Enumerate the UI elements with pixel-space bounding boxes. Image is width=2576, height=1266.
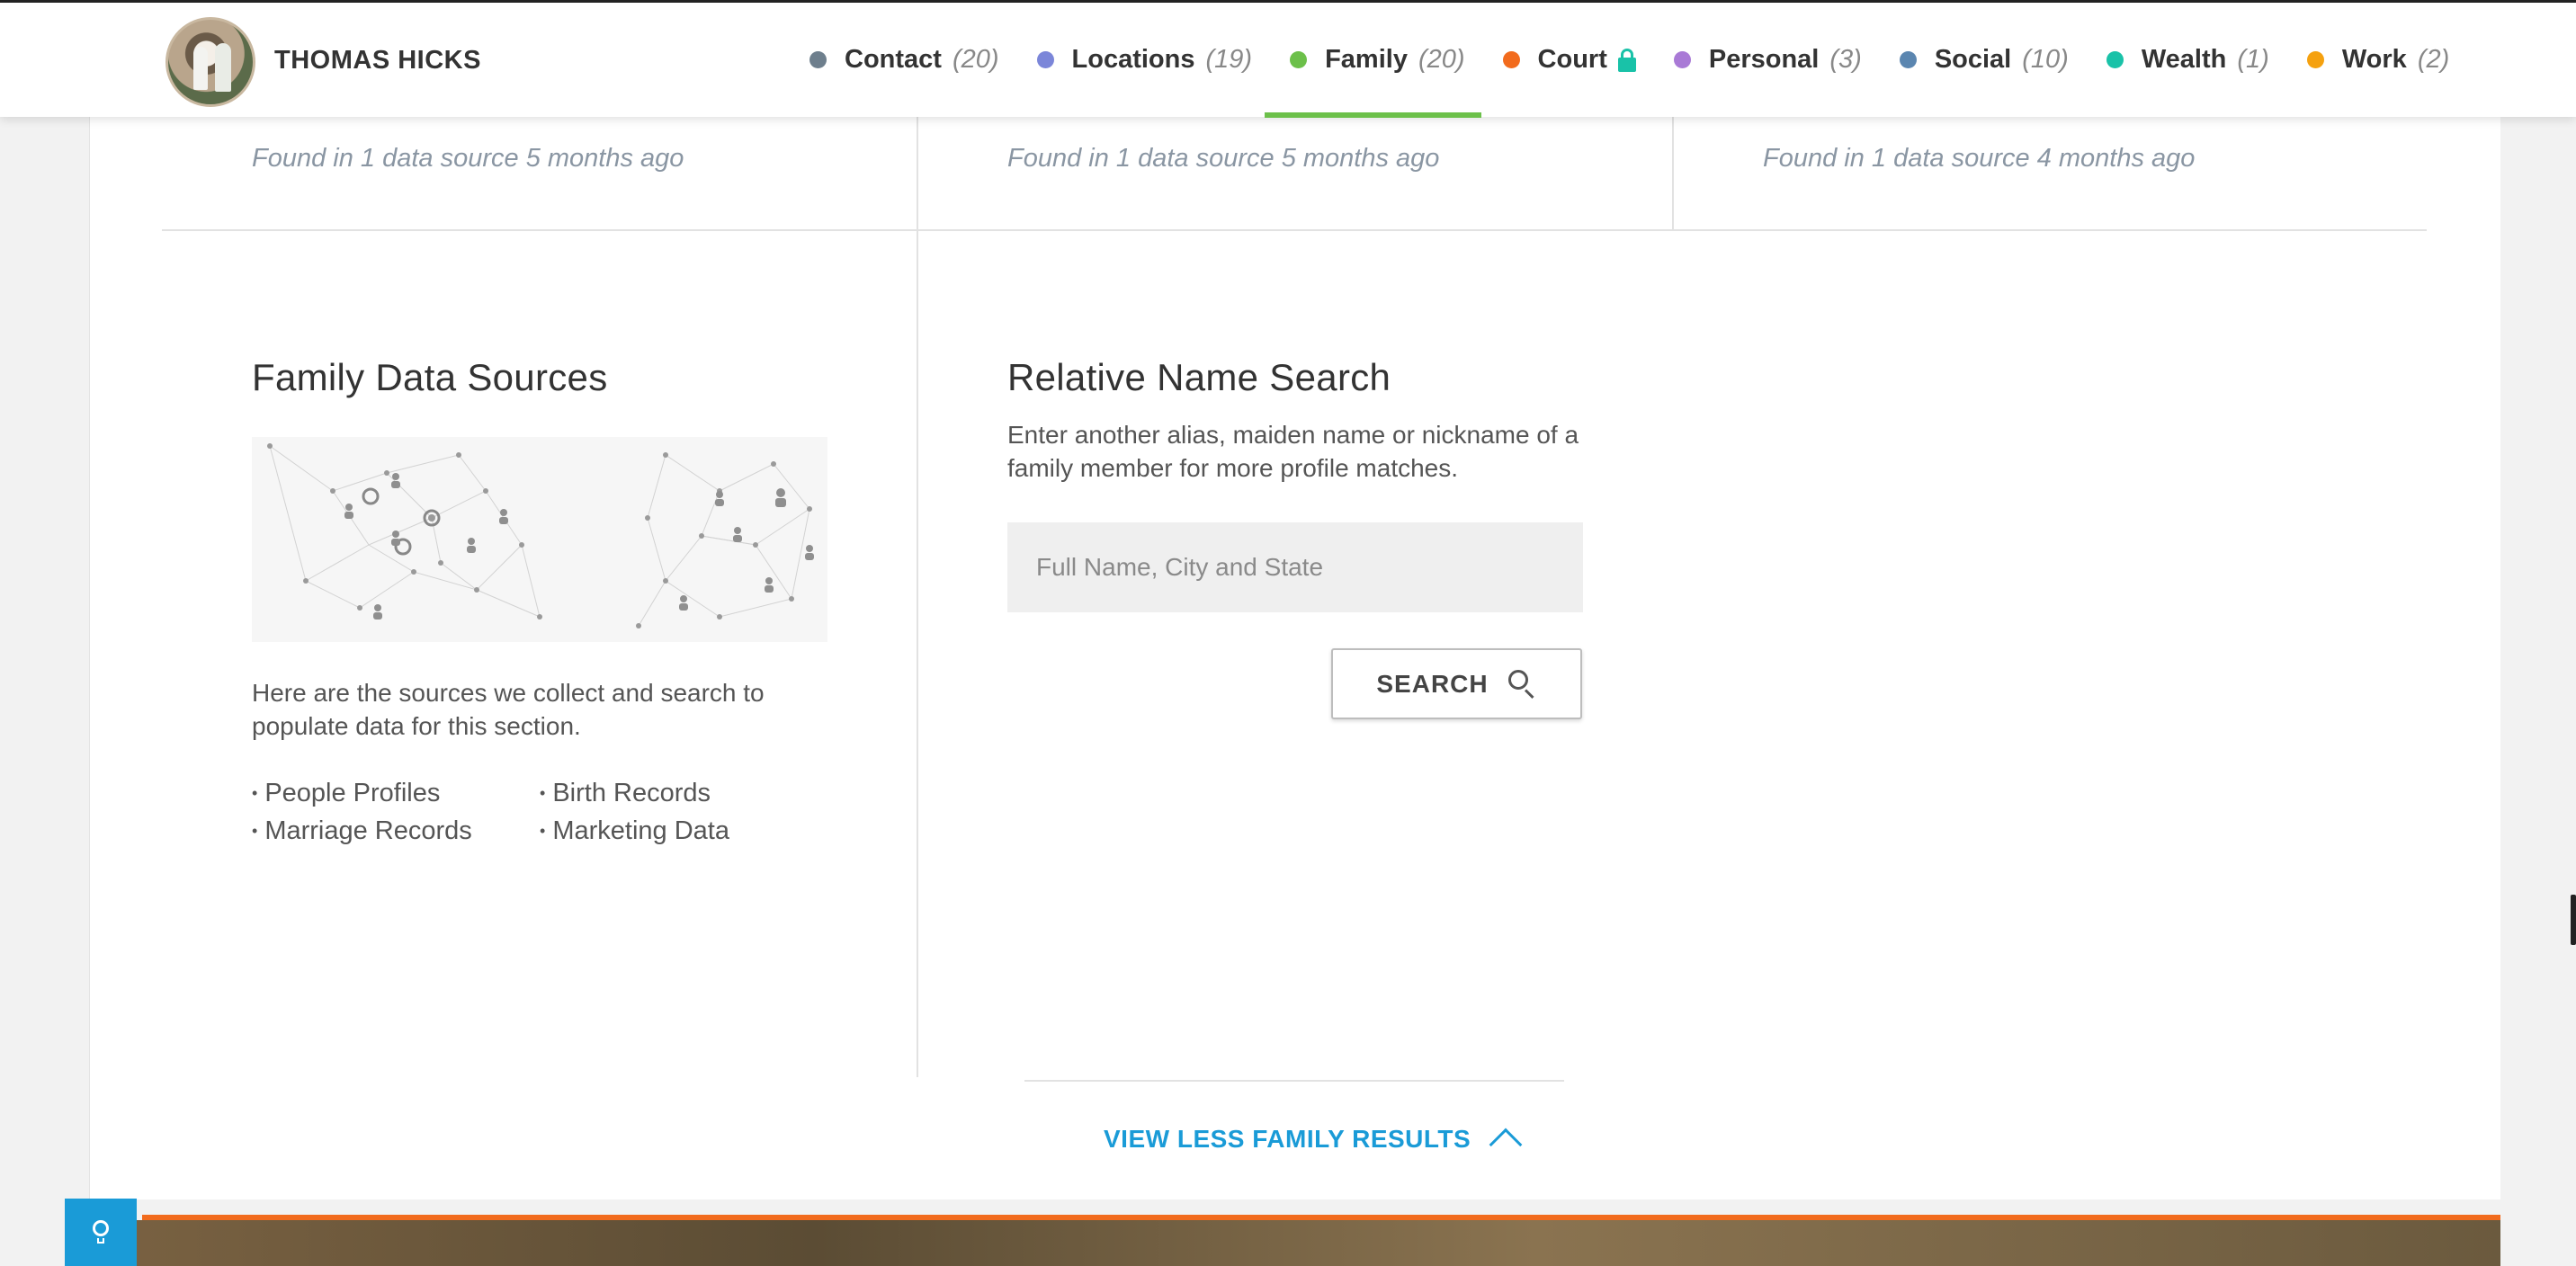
next-section-banner	[90, 1220, 2500, 1266]
nav-tab-contact[interactable]: Contact (20)	[809, 3, 999, 117]
nav-tab-wealth[interactable]: Wealth (1)	[2106, 3, 2269, 117]
data-sources-list: People Profiles Birth Records Marriage R…	[252, 777, 792, 851]
nav-tab-personal[interactable]: Personal (3)	[1673, 3, 1862, 117]
section-nav: Contact (20) Locations (19) Family (20) …	[809, 3, 2450, 118]
court-dot-icon	[1502, 51, 1520, 68]
nav-tab-social[interactable]: Social (10)	[1899, 3, 2069, 117]
view-less-divider	[1024, 1080, 1564, 1082]
nav-tab-family[interactable]: Family (20)	[1265, 3, 1482, 118]
lightbulb-icon	[93, 1219, 109, 1245]
nav-tab-count: (10)	[2022, 45, 2069, 74]
nav-tab-count: (2)	[2417, 45, 2450, 74]
nav-tab-count: (20)	[1418, 45, 1465, 74]
view-less-label: VIEW LESS FAMILY RESULTS	[1104, 1125, 1471, 1153]
nav-tab-count: (19)	[1205, 45, 1253, 74]
view-less-family-results-link[interactable]: VIEW LESS FAMILY RESULTS	[1104, 1122, 1523, 1162]
social-dot-icon	[1899, 51, 1917, 68]
nav-tab-work[interactable]: Work (2)	[2306, 3, 2450, 117]
search-button-label: SEARCH	[1376, 669, 1489, 698]
column-divider	[1672, 117, 1674, 230]
nav-tab-label: Social	[1934, 45, 2012, 74]
list-item: Marriage Records	[252, 815, 540, 851]
nav-tab-label: Family	[1325, 45, 1408, 74]
relative-name-search-title: Relative Name Search	[1007, 356, 1391, 398]
column-divider	[917, 230, 918, 1077]
nav-tab-count: (3)	[1829, 45, 1862, 74]
profile-name: THOMAS HICKS	[274, 46, 481, 75]
network-graph-icon	[267, 443, 814, 629]
found-source-text: Found in 1 data source 4 months ago	[1763, 144, 2196, 173]
nav-tab-court[interactable]: Court	[1502, 3, 1636, 117]
row-divider	[162, 229, 2427, 231]
chevron-up-icon	[1489, 1128, 1523, 1162]
found-source-text: Found in 1 data source 5 months ago	[252, 144, 684, 173]
contact-dot-icon	[809, 51, 827, 68]
nav-tab-count: (1)	[2237, 45, 2269, 74]
nav-tab-label: Contact	[845, 45, 942, 74]
card-left-border	[89, 0, 90, 1199]
personal-dot-icon	[1673, 51, 1691, 68]
avatar[interactable]	[165, 17, 255, 107]
nav-tab-label: Court	[1537, 45, 1607, 74]
scroll-marker	[2571, 895, 2576, 945]
lock-icon	[1617, 48, 1636, 72]
list-item: Marketing Data	[540, 815, 792, 851]
list-item: Birth Records	[540, 777, 792, 813]
found-source-text: Found in 1 data source 5 months ago	[1007, 144, 1440, 173]
column-divider	[917, 117, 918, 230]
list-item: People Profiles	[252, 777, 540, 813]
tips-button[interactable]	[65, 1199, 137, 1266]
nav-tab-count: (20)	[952, 45, 999, 74]
wealth-dot-icon	[2106, 51, 2124, 68]
nav-tab-label: Work	[2341, 45, 2407, 74]
profile-header: THOMAS HICKS Contact (20) Locations (19)…	[0, 0, 2576, 118]
search-button[interactable]: SEARCH	[1331, 648, 1582, 719]
family-dot-icon	[1290, 51, 1308, 68]
nav-tab-locations[interactable]: Locations (19)	[1036, 3, 1253, 117]
nav-tab-label: Wealth	[2141, 45, 2227, 74]
family-data-sources-title: Family Data Sources	[252, 356, 608, 398]
nav-tab-label: Personal	[1708, 45, 1820, 74]
search-icon	[1507, 669, 1537, 699]
work-dot-icon	[2306, 51, 2324, 68]
locations-dot-icon	[1036, 51, 1054, 68]
relative-search-input[interactable]	[1007, 522, 1583, 612]
relative-search-description: Enter another alias, maiden name or nick…	[1007, 421, 1579, 482]
network-illustration	[252, 437, 827, 642]
nav-tab-label: Locations	[1071, 45, 1195, 74]
data-sources-description: Here are the sources we collect and sear…	[252, 679, 765, 740]
